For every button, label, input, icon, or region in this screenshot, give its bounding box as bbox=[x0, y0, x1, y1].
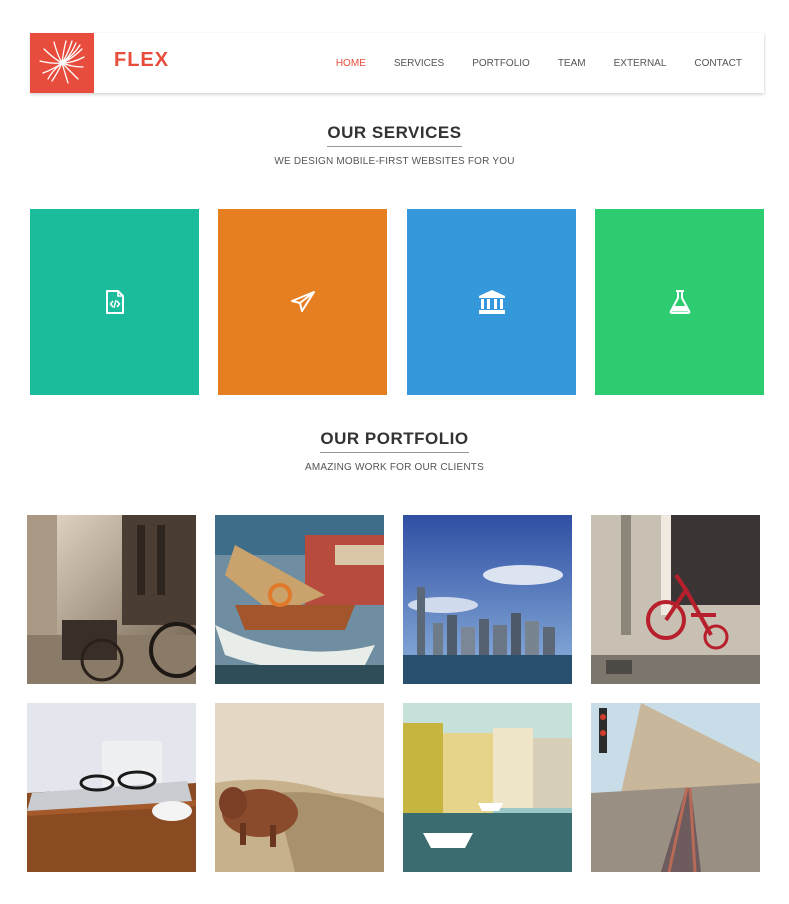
city-skyline-image bbox=[403, 515, 572, 684]
services-heading: OUR SERVICES WE DESIGN MOBILE-FIRST WEBS… bbox=[0, 123, 789, 167]
paper-plane-icon bbox=[290, 291, 315, 312]
logo[interactable] bbox=[30, 33, 94, 93]
nav-external[interactable]: EXTERNAL bbox=[614, 58, 667, 69]
service-tile-lab[interactable] bbox=[595, 209, 764, 395]
code-file-icon bbox=[105, 290, 124, 314]
red-tricycle-image bbox=[591, 515, 760, 684]
nav-services[interactable]: SERVICES bbox=[394, 58, 444, 69]
portfolio-item-desk[interactable] bbox=[27, 703, 196, 872]
portfolio-item-skyline[interactable] bbox=[403, 515, 572, 684]
flask-icon bbox=[669, 290, 690, 314]
brand-name[interactable]: FLEX bbox=[114, 49, 169, 72]
portfolio-item-street[interactable] bbox=[27, 515, 196, 684]
canal-houses-image bbox=[403, 703, 572, 872]
sailboat-harbor-image bbox=[215, 515, 384, 684]
services-subtitle: WE DESIGN MOBILE-FIRST WEBSITES FOR YOU bbox=[274, 156, 515, 167]
nav-portfolio[interactable]: PORTFOLIO bbox=[472, 58, 530, 69]
portfolio-item-tricycle[interactable] bbox=[591, 515, 760, 684]
nav-team[interactable]: TEAM bbox=[558, 58, 586, 69]
site-header: FLEX HOME SERVICES PORTFOLIO TEAM EXTERN… bbox=[30, 33, 764, 93]
portfolio-item-cow[interactable] bbox=[215, 703, 384, 872]
nav-contact[interactable]: CONTACT bbox=[694, 58, 742, 69]
main-nav: HOME SERVICES PORTFOLIO TEAM EXTERNAL CO… bbox=[336, 33, 764, 93]
services-title: OUR SERVICES bbox=[327, 123, 462, 147]
portfolio-subtitle: AMAZING WORK FOR OUR CLIENTS bbox=[305, 462, 484, 473]
nav-home[interactable]: HOME bbox=[336, 58, 366, 69]
service-tile-bank[interactable] bbox=[407, 209, 576, 395]
laptop-glasses-desk-image bbox=[27, 703, 196, 872]
railway-tracks-coast-image bbox=[591, 703, 760, 872]
highland-cow-image bbox=[215, 703, 384, 872]
portfolio-item-canal[interactable] bbox=[403, 703, 572, 872]
portfolio-heading: OUR PORTFOLIO AMAZING WORK FOR OUR CLIEN… bbox=[0, 429, 789, 473]
service-tile-code[interactable] bbox=[30, 209, 199, 395]
bank-icon bbox=[478, 290, 505, 314]
portfolio-title: OUR PORTFOLIO bbox=[320, 429, 469, 453]
service-tile-send[interactable] bbox=[218, 209, 387, 395]
portfolio-item-harbor[interactable] bbox=[215, 515, 384, 684]
portfolio-item-railway[interactable] bbox=[591, 703, 760, 872]
city-street-bicycles-image bbox=[27, 515, 196, 684]
starburst-logo-icon bbox=[39, 40, 85, 84]
